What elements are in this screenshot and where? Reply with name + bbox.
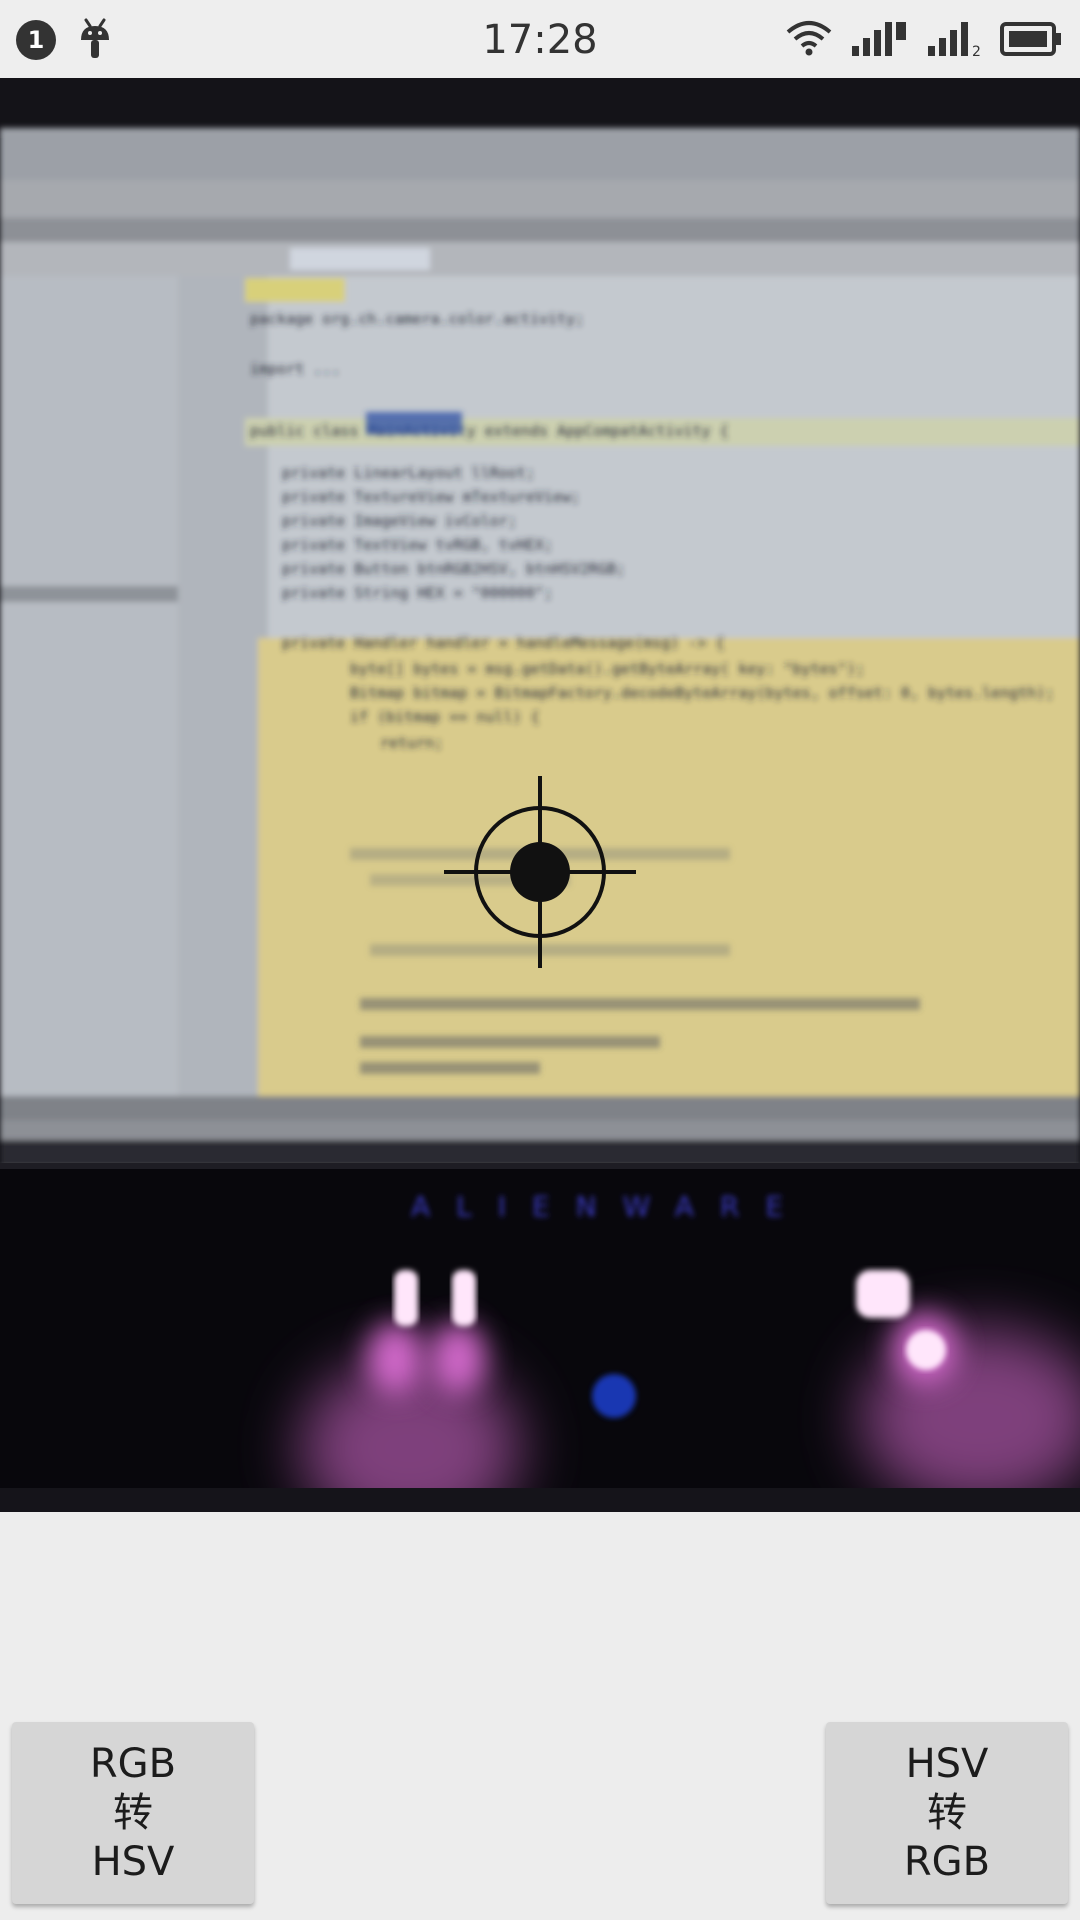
notification-badge: 1 [16, 20, 56, 60]
signal-sim2-icon: 2 [928, 22, 981, 58]
code-line: byte[] bytes = msg.getData().getByteArra… [350, 660, 865, 678]
code-line: private LinearLayout llRoot; [282, 464, 535, 482]
camera-preview[interactable]: package org.ch.camera.color.activity; im… [0, 78, 1080, 1512]
wifi-icon [786, 21, 832, 56]
code-line: private ImageView ivColor; [282, 512, 517, 530]
power-led [592, 1374, 636, 1418]
sim2-label: 2 [972, 44, 981, 58]
alienware-logo: ALIENWARE [411, 1190, 809, 1223]
hsv-to-rgb-button[interactable]: HSV 转 RGB [826, 1722, 1068, 1904]
button-label-line: HSV [91, 1838, 175, 1885]
status-bar: 1 17:28 2 [0, 0, 1080, 78]
button-label-line: 转 [113, 1789, 153, 1836]
code-line: private Button btnRGB2HSV, btnHSV2RGB; [282, 560, 625, 578]
code-line: Bitmap bitmap = BitmapFactory.decodeByte… [350, 684, 1054, 702]
button-label-line: RGB [903, 1838, 991, 1885]
crosshair-icon [444, 776, 636, 968]
code-line: public class MainActivity extends AppCom… [250, 422, 729, 440]
code-line: return; [380, 734, 443, 752]
signal-sim1-icon [852, 22, 906, 56]
code-line: private TextView tvRGB, tvHEX; [282, 536, 553, 554]
code-line: private TextureView mTextureView; [282, 488, 580, 506]
rgb-to-hsv-button[interactable]: RGB 转 HSV [12, 1722, 254, 1904]
battery-icon [1000, 22, 1061, 56]
code-line: package org.ch.camera.color.activity; [250, 310, 584, 328]
ide-screen [0, 128, 1080, 1176]
code-line: private Handler handler = handleMessage(… [282, 634, 725, 652]
button-label-line: 转 [927, 1789, 967, 1836]
code-line: if (bitmap == null) { [350, 708, 540, 726]
code-line: import ... [250, 360, 340, 378]
status-clock: 17:28 [482, 17, 598, 63]
code-line: private String HEX = "000000"; [282, 584, 553, 602]
button-label-line: HSV [905, 1740, 989, 1787]
button-label-line: RGB [89, 1740, 177, 1787]
android-debug-icon [81, 18, 109, 58]
